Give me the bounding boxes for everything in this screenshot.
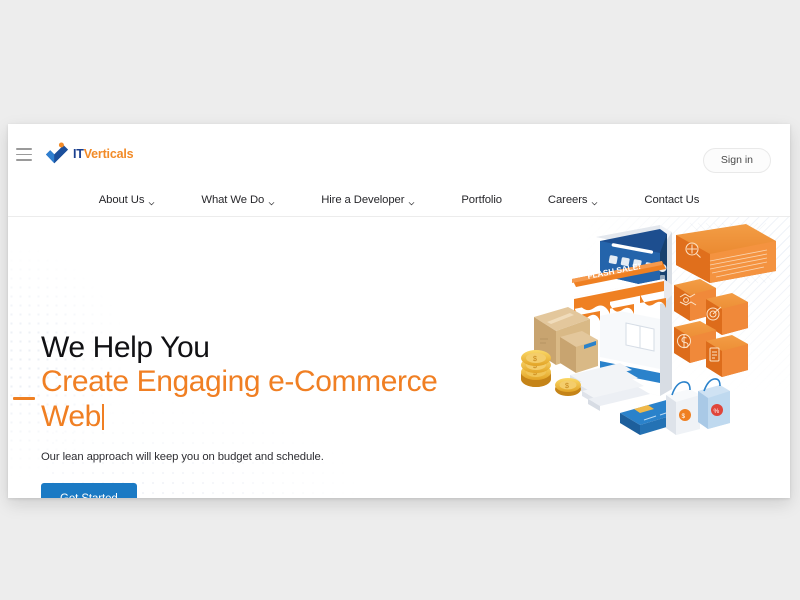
signin-button[interactable]: Sign in bbox=[702, 148, 771, 174]
hamburger-line bbox=[16, 148, 32, 150]
nav-item-contact-us[interactable]: Contact Us bbox=[621, 194, 722, 206]
hamburger-icon[interactable] bbox=[16, 148, 32, 161]
search-banner-card bbox=[676, 224, 776, 283]
hero-subtitle: Our lean approach will keep you on budge… bbox=[41, 451, 324, 464]
hero-section: We Help You Create Engaging e-Commerce W… bbox=[8, 217, 790, 498]
nav-label: About Us bbox=[98, 194, 145, 206]
hamburger-line bbox=[16, 159, 32, 161]
logo-text-verticals: Verticals bbox=[83, 146, 134, 161]
checklist-card bbox=[706, 335, 748, 377]
nav-label: What We Do bbox=[201, 194, 265, 206]
hero-accent-dash bbox=[13, 397, 35, 400]
nav-item-what-we-do[interactable]: What We Do bbox=[178, 194, 298, 206]
nav-label: Portfolio bbox=[461, 194, 502, 206]
checkmark-swoosh-icon bbox=[44, 142, 70, 166]
svg-text:$: $ bbox=[533, 356, 537, 363]
svg-text:%: % bbox=[714, 408, 720, 415]
isometric-ecommerce-illustration: FLASH SALE! $ $ $ $ $ % bbox=[514, 219, 782, 459]
nav-item-about-us[interactable]: About Us bbox=[76, 194, 179, 206]
svg-text:$: $ bbox=[565, 383, 569, 390]
typing-cursor bbox=[101, 403, 104, 430]
nav-item-careers[interactable]: Careers bbox=[525, 194, 621, 206]
hamburger-line bbox=[16, 153, 32, 156]
hero-headline-line1: We Help You bbox=[41, 331, 210, 364]
nav-label: Hire a Developer bbox=[321, 194, 405, 206]
get-started-button[interactable]: Get Started bbox=[41, 483, 137, 498]
nav-item-hire-a-developer[interactable]: Hire a Developer bbox=[298, 194, 438, 206]
coin-stack: $ $ $ bbox=[521, 350, 551, 387]
chevron-down-icon bbox=[268, 198, 275, 205]
nav-label: Contact Us bbox=[644, 194, 700, 206]
nav-item-portfolio[interactable]: Portfolio bbox=[438, 194, 525, 206]
hero-headline-line3: Web bbox=[41, 400, 511, 435]
main-navigation: About Us What We Do Hire a Developer Por… bbox=[8, 184, 790, 217]
logo-wordmark: ITVerticals bbox=[73, 146, 134, 161]
hero-copy: We Help You Create Engaging e-Commerce W… bbox=[41, 330, 511, 498]
website-page-card: ITVerticals Sign in About Us What We Do … bbox=[8, 124, 790, 498]
coin-single: $ bbox=[555, 378, 581, 396]
chevron-down-icon bbox=[408, 198, 415, 205]
site-header: ITVerticals Sign in bbox=[8, 124, 790, 184]
nav-label: Careers bbox=[547, 194, 588, 206]
screenshot-canvas: ITVerticals Sign in About Us What We Do … bbox=[0, 0, 800, 600]
shopping-bags: $ % bbox=[666, 378, 730, 435]
logo-text-it: IT bbox=[73, 146, 84, 161]
chevron-down-icon bbox=[148, 198, 155, 205]
hero-headline-line3-text: Web bbox=[41, 399, 101, 433]
site-logo[interactable]: ITVerticals bbox=[44, 142, 134, 166]
chevron-down-icon bbox=[591, 198, 598, 205]
svg-text:$: $ bbox=[682, 413, 686, 420]
hero-headline-line2: Create Engaging e-Commerce bbox=[41, 365, 438, 399]
